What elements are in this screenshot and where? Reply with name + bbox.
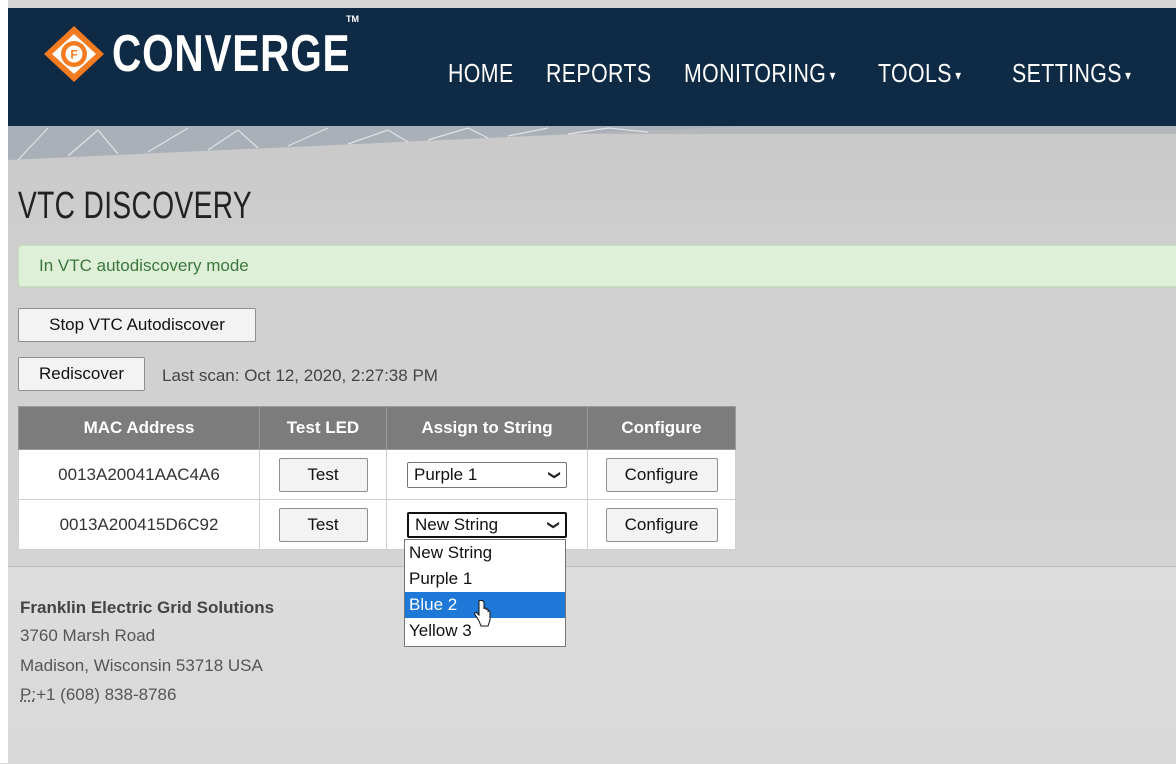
nav-home-label: HOME [448, 58, 514, 88]
table-row: 0013A200415D6C92 Test New String ❯ Confi… [18, 499, 736, 550]
nav-reports-label: REPORTS [546, 58, 652, 88]
brand-name: CONVERGE [112, 25, 351, 83]
mac-address: 0013A20041AAC4A6 [18, 449, 260, 500]
header-test-led: Test LED [259, 406, 387, 450]
vtc-table: MAC Address Test LED Assign to String Co… [18, 406, 736, 550]
table-header-row: MAC Address Test LED Assign to String Co… [18, 406, 736, 450]
hand-cursor-icon [474, 600, 491, 627]
select-value: New String [415, 514, 499, 534]
caret-down-icon: ▾ [829, 66, 836, 83]
rediscover-button[interactable]: Rediscover [18, 357, 145, 391]
caret-down-icon: ▾ [955, 66, 962, 83]
texture-lines [8, 126, 1176, 161]
mac-address: 0013A200415D6C92 [18, 499, 260, 550]
chevron-down-icon: ❯ [546, 519, 561, 530]
chevron-down-icon: ❯ [547, 469, 562, 480]
nav-reports[interactable]: REPORTS [546, 58, 651, 89]
phone-number: +1 (608) 838-8786 [36, 685, 177, 704]
configure-button[interactable]: Configure [605, 457, 718, 492]
configure-cell: Configure [587, 449, 736, 500]
test-cell: Test [259, 499, 387, 550]
nav-monitoring-label: MONITORING [684, 58, 827, 88]
main-nav: HOME REPORTS MONITORING ▾ TOOLS ▾ SETTINGS… [448, 58, 1166, 89]
page-edge [0, 0, 8, 763]
header-mac: MAC Address [18, 406, 260, 450]
string-dropdown-list: New String Purple 1 Blue 2 Yellow 3 [404, 539, 566, 647]
last-scan-text: Last scan: Oct 12, 2020, 2:27:38 PM [162, 366, 438, 385]
status-alert: In VTC autodiscovery mode [18, 245, 1176, 287]
address-line-1: 3760 Marsh Road [20, 626, 156, 645]
nav-tools-label: TOOLS [878, 58, 952, 88]
test-cell: Test [259, 449, 387, 500]
assign-string-select[interactable]: Purple 1 ❯ [407, 461, 567, 488]
dropdown-option[interactable]: Purple 1 [405, 566, 565, 592]
svg-text:F: F [70, 48, 77, 62]
table-row: 0013A20041AAC4A6 Test Purple 1 ❯ Configu… [18, 449, 736, 500]
test-led-button[interactable]: Test [278, 457, 368, 492]
select-value: Purple 1 [414, 464, 478, 484]
nav-monitoring[interactable]: MONITORING ▾ [684, 58, 835, 89]
page-title: VTC DISCOVERY [18, 185, 252, 227]
top-navbar: F CONVERGE TM HOME REPORTS MONITORING ▾ T… [8, 8, 1176, 126]
phone: P:+1 (608) 838-8786 [20, 685, 176, 705]
test-led-button[interactable]: Test [278, 507, 368, 542]
nav-settings[interactable]: SETTINGS ▾ [1012, 58, 1131, 89]
company-name: Franklin Electric Grid Solutions [20, 598, 275, 617]
converge-logo[interactable]: F CONVERGE [42, 24, 418, 84]
configure-button[interactable]: Configure [605, 507, 718, 542]
converge-logo-icon: F [44, 26, 104, 82]
nav-home[interactable]: HOME [448, 58, 513, 89]
nav-settings-label: SETTINGS [1012, 58, 1122, 88]
header-configure: Configure [587, 406, 736, 450]
trademark: TM [346, 14, 359, 24]
header-assign: Assign to String [386, 406, 588, 450]
nav-tools[interactable]: TOOLS ▾ [878, 58, 962, 89]
configure-cell: Configure [587, 499, 736, 550]
assign-string-select[interactable]: New String ❯ [407, 511, 567, 538]
assign-cell: Purple 1 ❯ [386, 449, 588, 500]
dropdown-option[interactable]: New String [405, 540, 565, 566]
address-line-2: Madison, Wisconsin 53718 USA [20, 656, 263, 675]
caret-down-icon: ▾ [1125, 66, 1132, 83]
stop-autodiscover-button[interactable]: Stop VTC Autodiscover [18, 308, 256, 342]
phone-label: P: [20, 685, 37, 704]
